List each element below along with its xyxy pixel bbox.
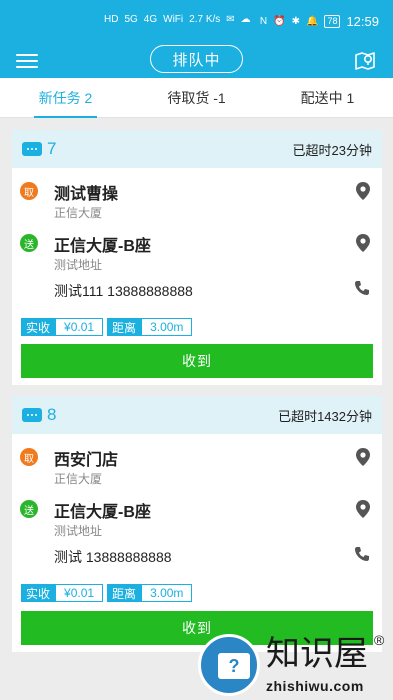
alarm-icon: ⏰ (273, 16, 286, 27)
order-tags: 实收 ¥0.01 距离 3.00m (21, 584, 193, 602)
paid-tag: 实收 ¥0.01 (21, 584, 104, 602)
signal-4g-icon: 4G (143, 14, 158, 25)
pickup-badge: 取 (20, 448, 38, 466)
distance-value: 3.00m (141, 584, 193, 602)
contact-info: 测试111 13888888888 (54, 283, 193, 299)
delivery-name: 正信大厦-B座 (54, 238, 151, 255)
location-pin-icon[interactable] (356, 448, 370, 466)
watermark-title: 知识屋 (266, 634, 368, 674)
pickup-address: 正信大厦 (54, 206, 103, 220)
pickup-name: 西安门店 (54, 452, 119, 469)
paid-tag: 实收 ¥0.01 (21, 318, 104, 336)
order-tags: 实收 ¥0.01 距离 3.00m (21, 318, 193, 336)
status-bar: HD 5G 4G WiFi 2.7 K/s ✉ ☁ N ⏰ ✱ 🔔 78 12:… (0, 0, 393, 44)
map-pin-icon[interactable] (353, 48, 377, 72)
tab-delivering[interactable]: 配送中 1 (262, 78, 393, 117)
signal-5g-icon: 5G (124, 14, 138, 25)
bluetooth-icon: ✱ (291, 16, 300, 27)
distance-tag: 距离 3.00m (107, 584, 193, 602)
delivery-badge: 送 (20, 500, 38, 518)
monitor-icon: ? (218, 653, 250, 679)
message-icon: ✉ (226, 14, 235, 25)
order-card: 7 已超时23分钟 取 测试曹操 正信大厦 送 正信大厦-B座 测试地址 测试1… (12, 130, 382, 385)
overdue-time: 已超时1432分钟 (278, 408, 372, 424)
tab-bar: 新任务 2 待取货 -1 配送中 1 (0, 78, 393, 118)
order-number: 8 (47, 405, 57, 424)
cloud-icon: ☁ (240, 14, 251, 25)
contact-info: 测试 13888888888 (54, 549, 172, 565)
app-bar: 排队中 (0, 44, 393, 78)
tab-awaiting-pickup[interactable]: 待取货 -1 (131, 78, 262, 117)
distance-label: 距离 (107, 318, 142, 336)
tab-new-tasks[interactable]: 新任务 2 (0, 78, 131, 118)
order-card: 8 已超时1432分钟 取 西安门店 正信大厦 送 正信大厦-B座 测试地址 测… (12, 396, 382, 652)
watermark: ? 知识屋 ® zhishiwu.com (196, 632, 393, 700)
status-left: HD 5G 4G WiFi 2.7 K/s ✉ ☁ (104, 14, 251, 25)
paid-label: 实收 (21, 584, 56, 602)
distance-tag: 距离 3.00m (107, 318, 193, 336)
location-pin-icon[interactable] (356, 500, 370, 518)
chat-icon (22, 142, 42, 156)
registered-mark: ® (374, 632, 385, 648)
location-pin-icon[interactable] (356, 234, 370, 252)
pickup-address: 正信大厦 (54, 472, 103, 486)
order-number: 7 (47, 139, 57, 158)
distance-label: 距离 (107, 584, 142, 602)
pickup-name: 测试曹操 (54, 186, 119, 203)
receive-button[interactable]: 收到 (21, 344, 373, 378)
pickup-badge: 取 (20, 182, 38, 200)
network-speed: 2.7 K/s (189, 14, 221, 25)
hd-icon: HD (104, 14, 119, 25)
phone-icon[interactable] (354, 280, 370, 296)
battery-icon: 78 (324, 15, 341, 28)
bell-icon: 🔔 (305, 16, 319, 27)
distance-value: 3.00m (141, 318, 193, 336)
clock: 12:59 (346, 14, 379, 29)
paid-value: ¥0.01 (55, 584, 104, 602)
paid-value: ¥0.01 (55, 318, 104, 336)
location-pin-icon[interactable] (356, 182, 370, 200)
queue-status-button[interactable]: 排队中 (150, 45, 243, 73)
overdue-time: 已超时23分钟 (292, 142, 372, 158)
delivery-badge: 送 (20, 234, 38, 252)
phone-icon[interactable] (354, 546, 370, 562)
order-card-header: 7 已超时23分钟 (12, 130, 382, 168)
delivery-address: 测试地址 (54, 524, 103, 538)
nfc-icon: N (259, 16, 268, 27)
status-right: N ⏰ ✱ 🔔 78 12:59 (260, 14, 379, 29)
paid-label: 实收 (21, 318, 56, 336)
delivery-name: 正信大厦-B座 (54, 504, 151, 521)
wifi-icon: WiFi (163, 14, 184, 25)
menu-icon[interactable] (16, 50, 38, 72)
watermark-logo: ? (198, 634, 260, 696)
order-card-header: 8 已超时1432分钟 (12, 396, 382, 434)
chat-icon (22, 408, 42, 422)
delivery-address: 测试地址 (54, 258, 103, 272)
watermark-url: zhishiwu.com (266, 678, 364, 694)
